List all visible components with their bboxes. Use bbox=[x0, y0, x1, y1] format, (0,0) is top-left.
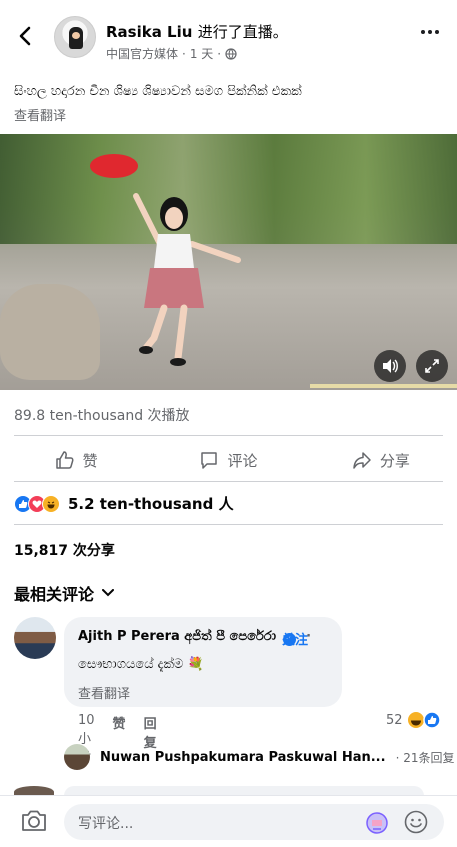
replier-name: Nuwan Pushpakumara Paskuwal Han... bbox=[100, 749, 386, 765]
meta-dot: · bbox=[182, 46, 186, 61]
comment-composer: 写评论... bbox=[0, 795, 457, 847]
comment-text: සෞභාගයයේ දැක්ම 💐 bbox=[78, 657, 204, 672]
post-author-line: Rasika Liu 进行了直播。 bbox=[106, 21, 288, 42]
comment-sort-dropdown[interactable]: 最相关评论 bbox=[14, 581, 115, 605]
comment-button[interactable]: 评论 bbox=[152, 440, 304, 480]
camera-icon[interactable] bbox=[20, 808, 48, 834]
video-dancer-figure bbox=[90, 154, 241, 366]
more-options-icon[interactable] bbox=[421, 30, 439, 34]
see-translation-link[interactable]: 查看翻译 bbox=[14, 105, 66, 124]
divider-top bbox=[14, 435, 443, 436]
comment-placeholder: 写评论... bbox=[78, 816, 134, 832]
author-name[interactable]: Rasika Liu bbox=[106, 23, 192, 41]
video-fence bbox=[310, 384, 457, 388]
comment-reactions[interactable]: 52 bbox=[386, 711, 441, 729]
like-button[interactable]: 赞 bbox=[0, 440, 152, 480]
action-bar: 赞 评论 分享 bbox=[0, 440, 457, 480]
follow-button[interactable]: 关注 bbox=[282, 629, 308, 648]
meta-dot-2: · bbox=[217, 46, 222, 61]
comment-icon bbox=[201, 452, 218, 469]
comment-see-translation[interactable]: 查看翻译 bbox=[78, 683, 130, 702]
post-text: සිංහල හදාරන චීන ශිෂ්‍ය ශිෂ්‍යාවන් සමග පි… bbox=[14, 84, 302, 99]
avatar-face bbox=[72, 32, 80, 39]
reply-count: · 21条回复 bbox=[395, 750, 455, 765]
video-rock bbox=[0, 284, 100, 380]
divider-bottom bbox=[14, 481, 443, 482]
comment-input[interactable]: 写评论... bbox=[64, 804, 444, 840]
comment-bubble[interactable]: Ajith P Perera අජිත් පී පෙරේරා ✓ · 关注 සෞ… bbox=[64, 617, 342, 707]
page-avatar[interactable] bbox=[54, 16, 96, 58]
post-action-text: 进行了直播。 bbox=[197, 23, 288, 41]
share-button[interactable]: 分享 bbox=[305, 440, 457, 480]
replier-avatar bbox=[64, 744, 90, 770]
reaction-icons bbox=[14, 494, 60, 513]
commenter-name[interactable]: Ajith P Perera අජිත් පී පෙරේරා bbox=[78, 629, 276, 644]
volume-icon[interactable] bbox=[374, 350, 406, 382]
fullscreen-icon[interactable] bbox=[416, 350, 448, 382]
like-reaction-icon-small bbox=[422, 711, 441, 729]
dot-1 bbox=[421, 30, 425, 34]
commenter-avatar[interactable] bbox=[14, 617, 56, 659]
page-category: 中国官方媒体 bbox=[106, 47, 179, 61]
comment-reaction-count: 52 bbox=[386, 712, 403, 728]
chevron-down-icon bbox=[102, 589, 115, 597]
share-label: 分享 bbox=[379, 451, 410, 470]
live-video[interactable] bbox=[0, 134, 457, 390]
divider-reactions bbox=[14, 524, 443, 525]
reaction-count: 5.2 ten-thousand 人 bbox=[68, 495, 234, 513]
avatar-sticker-icon[interactable] bbox=[364, 811, 390, 835]
sort-label: 最相关评论 bbox=[14, 585, 95, 604]
comment-label: 评论 bbox=[227, 451, 258, 470]
dot-3 bbox=[435, 30, 439, 34]
like-label: 赞 bbox=[82, 451, 98, 470]
view-count: 89.8 ten-thousand 次播放 bbox=[14, 408, 190, 424]
post-header: Rasika Liu 进行了直播。 中国官方媒体 · 1 天 · bbox=[0, 0, 457, 74]
dot-2 bbox=[428, 30, 432, 34]
emoji-icon[interactable] bbox=[404, 810, 428, 834]
globe-icon bbox=[225, 47, 237, 60]
reply-preview[interactable]: Nuwan Pushpakumara Paskuwal Han... · 21条… bbox=[64, 744, 454, 770]
post-time[interactable]: 1 天 bbox=[190, 45, 213, 62]
haha-reaction-icon bbox=[42, 494, 60, 513]
reaction-summary[interactable]: 5.2 ten-thousand 人 bbox=[14, 493, 234, 514]
commenter-name-line: Ajith P Perera අජිත් පී පෙරේරා ✓ · bbox=[78, 629, 311, 646]
share-count[interactable]: 15,817 次分享 bbox=[14, 540, 115, 560]
back-arrow-icon[interactable] bbox=[14, 24, 38, 48]
post-meta: 中国官方媒体 · 1 天 · bbox=[106, 45, 237, 62]
thumbs-up-icon bbox=[55, 451, 74, 469]
share-arrow-icon bbox=[353, 452, 371, 469]
